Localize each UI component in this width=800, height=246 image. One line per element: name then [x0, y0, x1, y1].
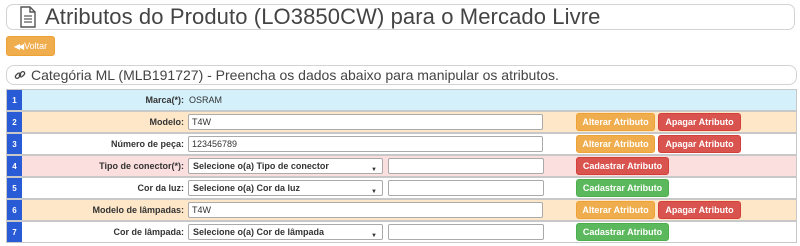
- back-button-label: Voltar: [24, 41, 48, 51]
- alter-attribute-button[interactable]: Alterar Atributo: [576, 201, 655, 219]
- link-icon: [14, 70, 26, 80]
- attribute-select[interactable]: Selecione o(a) Cor da luz ▼: [188, 180, 383, 196]
- attribute-label: Tipo de conector(*):: [99, 161, 184, 171]
- attribute-label: Modelo de lâmpadas:: [92, 205, 184, 215]
- register-attribute-button[interactable]: Cadastrar Atributo: [576, 179, 669, 197]
- attribute-label: Marca(*):: [145, 95, 184, 105]
- table-row: 4 Tipo de conector(*): Selecione o(a) Tipo…: [6, 155, 797, 177]
- category-text: Categória ML (MLB191727) - Preencha os d…: [31, 67, 559, 83]
- table-row: 1 Marca(*): OSRAM: [6, 89, 797, 111]
- attribute-value: OSRAM: [189, 95, 223, 105]
- table-row: 3 Número de peça: 123456789 Alterar Atribut…: [6, 133, 797, 155]
- page-title-panel: Atributos do Produto (LO3850CW) para o M…: [6, 4, 795, 30]
- attribute-label: Modelo:: [149, 117, 185, 127]
- row-number: 6: [7, 200, 22, 220]
- delete-attribute-button[interactable]: Apagar Atributo: [658, 135, 741, 153]
- attribute-label: Cor de lâmpada:: [113, 227, 184, 237]
- attribute-extra-input[interactable]: [388, 224, 544, 240]
- attribute-input[interactable]: 123456789: [188, 136, 543, 152]
- chevron-down-icon: ▼: [371, 167, 377, 173]
- back-button[interactable]: ◀◀ Voltar: [6, 36, 55, 56]
- delete-attribute-button[interactable]: Apagar Atributo: [658, 201, 741, 219]
- alter-attribute-button[interactable]: Alterar Atributo: [576, 113, 655, 131]
- delete-attribute-button[interactable]: Apagar Atributo: [658, 113, 741, 131]
- row-number: 1: [7, 90, 22, 110]
- table-row: 5 Cor da luz: Selecione o(a) Cor da luz ▼ Ca…: [6, 177, 797, 199]
- attribute-input[interactable]: T4W: [188, 202, 543, 218]
- row-number: 3: [7, 134, 22, 154]
- attribute-extra-input[interactable]: [388, 180, 544, 196]
- chevron-down-icon: ▼: [371, 233, 377, 239]
- table-row: 2 Modelo: T4W Alterar Atributo Apagar Atribu…: [6, 111, 797, 133]
- category-panel: Categória ML (MLB191727) - Preencha os d…: [6, 65, 797, 85]
- chevron-down-icon: ▼: [371, 189, 377, 195]
- attribute-extra-input[interactable]: [388, 158, 544, 174]
- page-title: Atributos do Produto (LO3850CW) para o M…: [45, 4, 601, 29]
- row-number: 7: [7, 222, 22, 242]
- attribute-label: Cor da luz:: [137, 183, 185, 193]
- row-number: 4: [7, 156, 22, 176]
- register-attribute-button[interactable]: Cadastrar Atributo: [576, 157, 669, 175]
- row-number: 5: [7, 178, 22, 198]
- attribute-label: Número de peça:: [110, 139, 184, 149]
- alter-attribute-button[interactable]: Alterar Atributo: [576, 135, 655, 153]
- attribute-input[interactable]: T4W: [188, 114, 543, 130]
- attribute-select[interactable]: Selecione o(a) Tipo de conector ▼: [188, 158, 383, 174]
- row-number: 2: [7, 112, 22, 132]
- register-attribute-button[interactable]: Cadastrar Atributo: [576, 223, 669, 241]
- attribute-select[interactable]: Selecione o(a) Cor de lâmpada ▼: [188, 224, 383, 240]
- double-chevron-left-icon: ◀◀: [13, 41, 24, 51]
- document-icon: [20, 6, 36, 28]
- table-row: 6 Modelo de lâmpadas: T4W Alterar Atributo A…: [6, 199, 797, 221]
- table-row: 7 Cor de lâmpada: Selecione o(a) Cor de lâ…: [6, 221, 797, 243]
